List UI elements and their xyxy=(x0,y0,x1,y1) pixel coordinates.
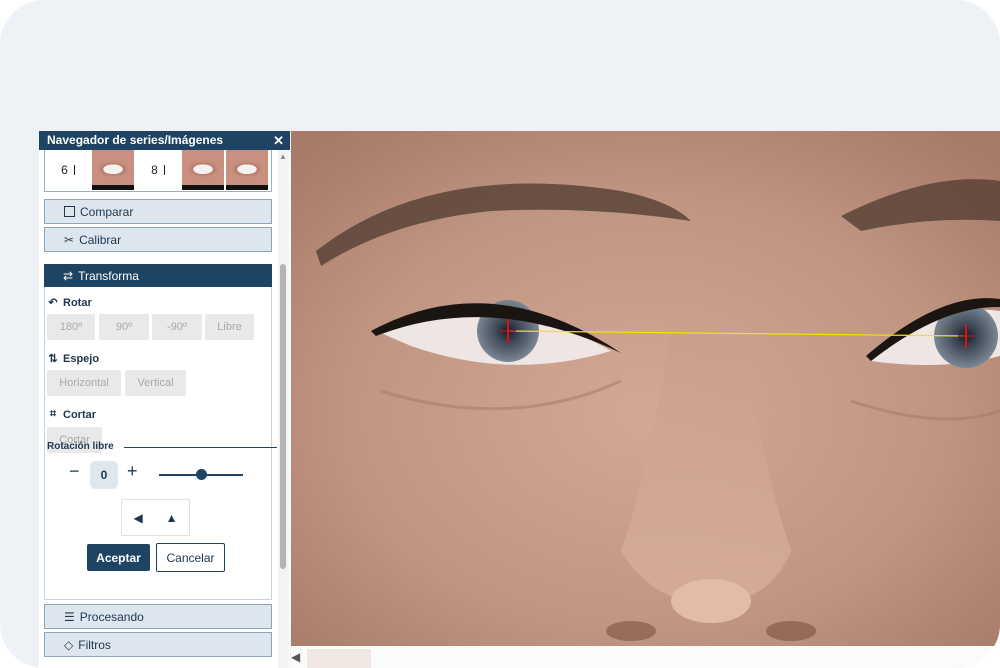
accept-button[interactable]: Aceptar xyxy=(87,544,150,571)
panel-title: Navegador de series/Imágenes xyxy=(47,133,224,147)
rotate-180-button[interactable]: 180º xyxy=(47,314,95,340)
decrement-button[interactable]: − xyxy=(69,459,80,483)
swap-icon: ⇄ xyxy=(63,268,74,283)
image-thumbnail[interactable] xyxy=(182,150,224,190)
panel-header: Navegador de series/Imágenes ✕ xyxy=(39,131,290,150)
filters-button[interactable]: ◇ Filtros xyxy=(44,632,272,657)
mirror-toggle-group: ◀︎ ▲ xyxy=(121,499,190,536)
rotate-90-button[interactable]: 90º xyxy=(99,314,149,340)
series-number[interactable]: 8 xyxy=(137,150,179,190)
free-rotation-label: Rotación libre xyxy=(47,441,114,452)
rotate-label: ↶ Rotar xyxy=(45,296,91,310)
mirror-horizontal-button[interactable]: Horizontal xyxy=(47,370,121,396)
mirror-vertical-button[interactable]: Vertical xyxy=(125,370,186,396)
sliders-icon: ☰ xyxy=(64,609,75,624)
rotate-free-button[interactable]: Libre xyxy=(205,314,254,340)
mirror-icon: ⇅ xyxy=(48,353,58,365)
series-navigator-panel: Navegador de series/Imágenes ✕ 6 8 ▲ Com… xyxy=(39,131,290,668)
mirror-label: ⇅ Espejo xyxy=(45,352,99,366)
flip-vertical-icon[interactable]: ▲ xyxy=(166,511,178,525)
series-number[interactable]: 6 xyxy=(47,150,89,190)
scrollbar-thumb[interactable] xyxy=(280,264,286,569)
face-image xyxy=(291,131,1000,646)
calibrate-button[interactable]: ✂ Calibrar xyxy=(44,227,272,252)
thumbnail-strip: 6 8 xyxy=(44,150,272,192)
slider-handle[interactable] xyxy=(195,469,207,480)
image-thumbnail[interactable] xyxy=(226,150,268,190)
checkbox-icon xyxy=(64,206,75,217)
scroll-up-icon[interactable]: ▲ xyxy=(279,152,287,161)
rotate-icon: ↶ xyxy=(48,297,58,309)
compare-button[interactable]: Comparar xyxy=(44,199,272,224)
image-viewer[interactable] xyxy=(291,131,1000,646)
close-icon[interactable]: ✕ xyxy=(273,131,284,150)
crop-icon: ⌗ xyxy=(49,408,57,420)
ruler-cross-icon: ✂ xyxy=(64,232,75,247)
viewer-horizontal-scrollbar[interactable]: ◀ xyxy=(291,646,1000,668)
processing-button[interactable]: ☰ Procesando xyxy=(44,604,272,629)
crop-label: ⌗ Cortar xyxy=(45,408,96,421)
rotation-value[interactable]: 0 xyxy=(90,461,118,489)
app-frame: Navegador de series/Imágenes ✕ 6 8 ▲ Com… xyxy=(0,0,1000,668)
flip-left-icon[interactable]: ◀︎ xyxy=(133,511,142,525)
transform-section-header[interactable]: ⇄ Transforma xyxy=(44,264,272,287)
scroll-left-icon[interactable]: ◀ xyxy=(291,646,300,668)
image-thumbnail[interactable] xyxy=(92,150,134,190)
rotate-minus-90-button[interactable]: -90º xyxy=(152,314,202,340)
cancel-button[interactable]: Cancelar xyxy=(156,543,225,572)
transform-section-body: ↶ Rotar 180º 90º -90º Libre ⇅ Espejo Hor… xyxy=(44,287,277,600)
panel-scrollbar[interactable]: ▲ xyxy=(278,150,289,668)
scrollbar-thumb[interactable] xyxy=(307,649,371,668)
increment-button[interactable]: + xyxy=(127,459,138,483)
drop-icon: ◇ xyxy=(64,637,74,652)
divider xyxy=(124,447,277,448)
